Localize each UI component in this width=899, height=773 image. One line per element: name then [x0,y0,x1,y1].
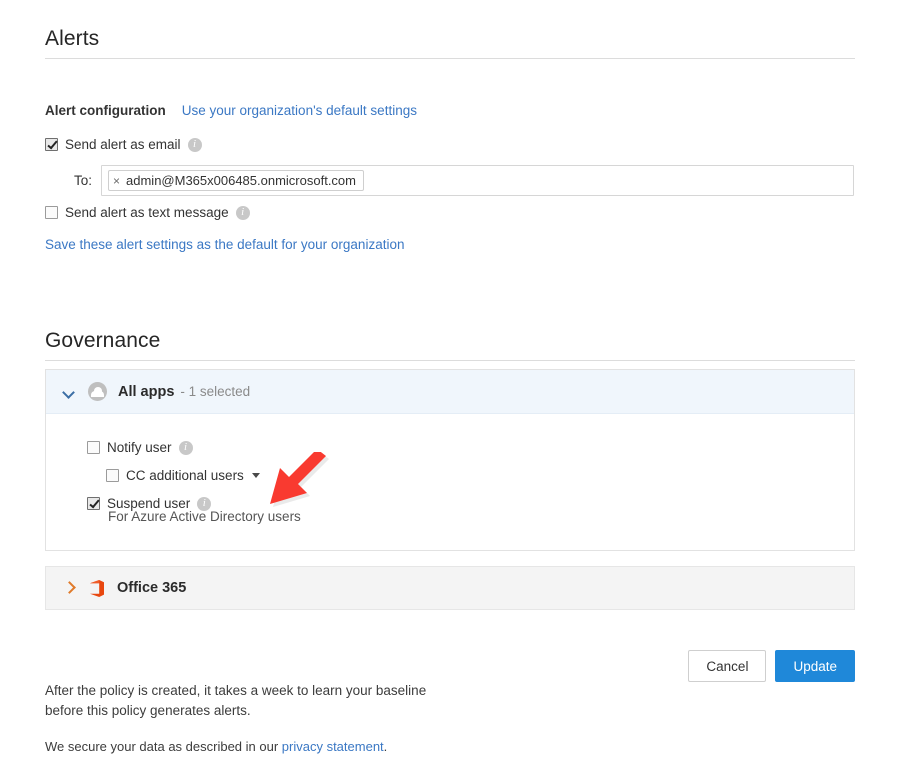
all-apps-label: All apps [118,383,175,400]
chevron-down-icon[interactable] [251,473,260,478]
governance-section-header: Governance [45,328,855,361]
alert-configuration-label: Alert configuration [45,103,166,118]
all-apps-header[interactable]: All apps - 1 selected [46,370,854,414]
send-alert-as-text-row[interactable]: Send alert as text message [45,205,250,220]
all-apps-selected-count: - 1 selected [180,384,251,399]
send-alert-as-email-label: Send alert as email [65,137,181,152]
policy-baseline-note: After the policy is created, it takes a … [45,683,427,718]
info-icon[interactable] [187,137,202,152]
cc-additional-users-checkbox[interactable] [106,469,119,482]
alerts-divider [45,58,855,59]
cc-additional-users-label: CC additional users [126,468,244,483]
privacy-note-suffix: . [383,739,388,754]
notify-user-checkbox[interactable] [87,441,100,454]
recipients-row: To: × admin@M365x006485.onmicrosoft.com [45,165,854,196]
info-icon[interactable] [197,496,212,511]
all-apps-panel: All apps - 1 selected Notify user CC add… [45,369,855,551]
action-buttons: Cancel Update [688,650,855,682]
send-alert-as-text-checkbox[interactable] [45,206,58,219]
use-default-settings-link[interactable]: Use your organization's default settings [182,103,417,118]
alerts-title: Alerts [45,27,100,50]
recipient-chip[interactable]: × admin@M365x006485.onmicrosoft.com [108,170,364,191]
suspend-user-checkbox[interactable] [87,497,100,510]
close-icon[interactable]: × [113,175,120,187]
recipient-email: admin@M365x006485.onmicrosoft.com [126,173,356,188]
all-apps-body: Notify user CC additional users Suspend … [46,414,854,550]
notify-user-row[interactable]: Notify user [87,440,854,455]
update-button[interactable]: Update [775,650,855,682]
policy-settings-page: Alerts Alert configuration Use your orga… [0,0,899,773]
cc-additional-users-row[interactable]: CC additional users [106,468,854,483]
info-icon[interactable] [235,205,250,220]
office365-header[interactable]: Office 365 [45,566,855,610]
send-alert-as-email-checkbox[interactable] [45,138,58,151]
office365-label: Office 365 [117,580,187,596]
send-alert-as-email-row[interactable]: Send alert as email [45,137,202,152]
alert-configuration-row: Alert configuration Use your organizatio… [45,103,417,118]
governance-divider [45,360,855,361]
chevron-down-icon[interactable] [62,385,76,399]
suspend-user-description: For Azure Active Directory users [108,509,301,524]
cancel-button[interactable]: Cancel [688,650,767,682]
notify-user-label: Notify user [107,440,172,455]
privacy-note-prefix: We secure your data as described in our [45,739,282,754]
privacy-note: We secure your data as described in our … [45,739,387,754]
alerts-section-header: Alerts [45,26,855,59]
cloud-icon [88,382,107,401]
send-alert-as-text-label: Send alert as text message [65,205,229,220]
office365-logo-icon [88,579,106,598]
save-alert-defaults-link[interactable]: Save these alert settings as the default… [45,237,404,252]
recipients-input[interactable]: × admin@M365x006485.onmicrosoft.com [101,165,854,196]
chevron-right-icon[interactable] [62,581,76,595]
to-label: To: [73,173,92,188]
info-icon[interactable] [178,440,193,455]
privacy-statement-link[interactable]: privacy statement [282,739,384,754]
governance-title: Governance [45,329,161,352]
